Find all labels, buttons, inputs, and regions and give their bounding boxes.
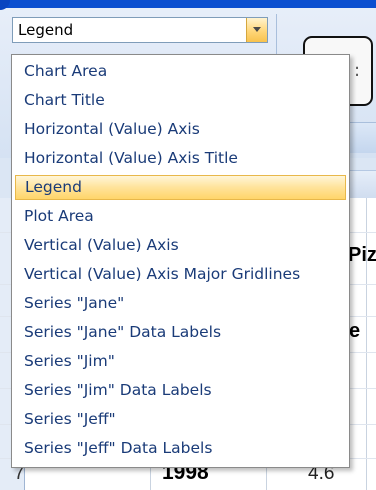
window-top-edge: [0, 0, 376, 8]
dropdown-item-vertical-axis-gridlines[interactable]: Vertical (Value) Axis Major Gridlines: [15, 262, 346, 287]
dropdown-item-series-jane[interactable]: Series "Jane": [15, 291, 346, 316]
chart-elements-dropdown[interactable]: Chart Area Chart Title Horizontal (Value…: [11, 54, 350, 468]
dropdown-item-chart-area[interactable]: Chart Area: [15, 59, 346, 84]
chart-elements-current-value: Legend: [18, 21, 74, 39]
dropdown-item-series-jane-labels[interactable]: Series "Jane" Data Labels: [15, 320, 346, 345]
dropdown-item-legend[interactable]: Legend: [15, 175, 346, 200]
ribbon-button-glyph: :: [354, 60, 361, 81]
dropdown-item-series-jim[interactable]: Series "Jim": [15, 349, 346, 374]
dropdown-item-series-jim-labels[interactable]: Series "Jim" Data Labels: [15, 378, 346, 403]
chart-elements-combo[interactable]: Legend: [12, 17, 268, 43]
dropdown-item-vertical-axis[interactable]: Vertical (Value) Axis: [15, 233, 346, 258]
dropdown-item-series-jeff[interactable]: Series "Jeff": [15, 407, 346, 432]
cell-text-fragment: e: [349, 320, 361, 342]
dropdown-item-horizontal-axis-title[interactable]: Horizontal (Value) Axis Title: [15, 146, 346, 171]
dropdown-item-horizontal-axis[interactable]: Horizontal (Value) Axis: [15, 117, 346, 142]
dropdown-item-series-jeff-labels[interactable]: Series "Jeff" Data Labels: [15, 436, 346, 461]
combo-dropdown-button[interactable]: [246, 18, 267, 42]
column-header-fragment: Piz: [348, 244, 376, 266]
chevron-down-icon: [253, 27, 261, 32]
column-border: [366, 198, 367, 490]
dropdown-item-chart-title[interactable]: Chart Title: [15, 88, 346, 113]
dropdown-item-plot-area[interactable]: Plot Area: [15, 204, 346, 229]
